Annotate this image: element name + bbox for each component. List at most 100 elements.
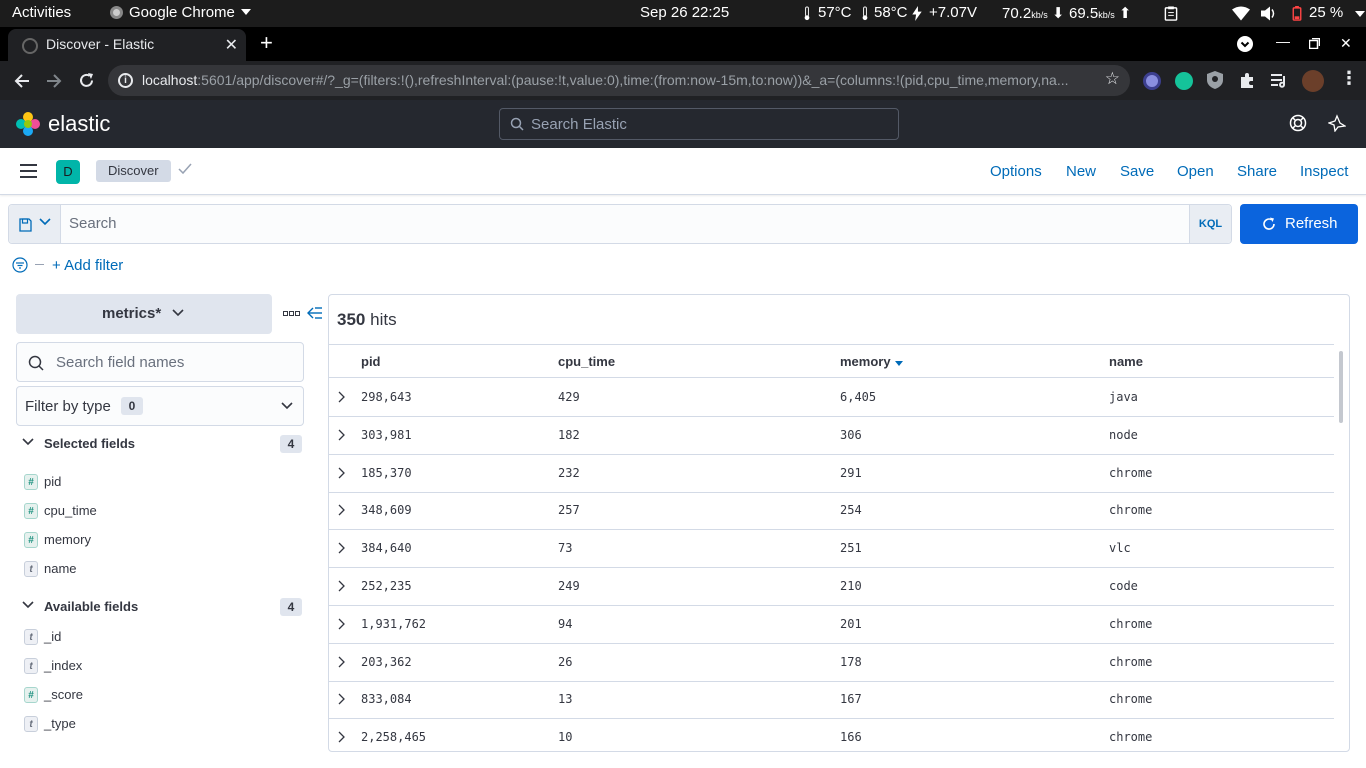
filter-by-type-label: Filter by type — [25, 398, 111, 415]
available-fields-header[interactable]: Available fields 4 — [20, 596, 304, 618]
chevron-right-icon[interactable] — [338, 731, 346, 743]
column-header-cpu-time[interactable]: cpu_time — [558, 354, 615, 369]
chrome-icon — [110, 6, 123, 19]
clipboard-icon[interactable] — [1164, 6, 1178, 21]
selected-fields-title: Selected fields — [44, 436, 136, 451]
global-search-input[interactable]: Search Elastic — [499, 108, 899, 140]
kql-language-button[interactable]: KQL — [1189, 205, 1231, 243]
battery-icon[interactable] — [1292, 6, 1302, 21]
wifi-icon[interactable] — [1232, 6, 1250, 21]
tab-close-icon[interactable]: ✕ — [225, 35, 238, 55]
net-down-value: 70.2 — [1002, 5, 1032, 22]
query-bar: Search KQL — [8, 204, 1232, 244]
system-menu-caret-icon[interactable] — [1355, 11, 1365, 17]
url-host: localhost — [142, 72, 198, 88]
refresh-label: Refresh — [1285, 215, 1338, 232]
chevron-right-icon[interactable] — [338, 429, 346, 441]
new-tab-button[interactable]: + — [260, 32, 273, 54]
net-up-value: 69.5 — [1069, 5, 1099, 22]
chevron-right-icon[interactable] — [338, 542, 346, 554]
chevron-right-icon[interactable] — [338, 693, 346, 705]
reload-icon[interactable] — [78, 72, 95, 89]
available-fields-title: Available fields — [44, 599, 139, 614]
cell-pid: 298,643 — [361, 390, 412, 404]
url-text[interactable]: localhost:5601/app/discover#/?_g=(filter… — [142, 72, 1096, 88]
system-top-bar: Activities Google Chrome Sep 26 22:25 57… — [0, 0, 1366, 27]
chevron-right-icon[interactable] — [338, 504, 346, 516]
help-lifebuoy-icon[interactable] — [1289, 114, 1307, 132]
back-arrow-icon[interactable] — [14, 73, 30, 89]
chevron-right-icon[interactable] — [338, 656, 346, 668]
string-type-icon: t — [24, 561, 38, 577]
index-pattern-selector[interactable]: metrics* — [16, 294, 272, 334]
url-path: :5601/app/discover#/?_g=(filters:!(),ref… — [197, 72, 1069, 88]
window-close-icon[interactable]: ✕ — [1340, 35, 1352, 52]
saved-query-button[interactable] — [9, 205, 61, 243]
table-row: 185,370 232 291 chrome — [329, 455, 1334, 493]
chevron-right-icon[interactable] — [338, 391, 346, 403]
extensions-puzzle-icon[interactable] — [1239, 72, 1256, 89]
volume-icon[interactable] — [1261, 6, 1277, 21]
share-link[interactable]: Share — [1237, 163, 1277, 180]
minimize-icon[interactable]: — — [1276, 33, 1290, 49]
maximize-icon[interactable] — [1309, 38, 1320, 49]
chevron-right-icon[interactable] — [338, 580, 346, 592]
inspect-link[interactable]: Inspect — [1300, 163, 1348, 180]
more-options-icon[interactable] — [283, 311, 301, 317]
cpu-temp-1: 57°C — [818, 4, 852, 21]
grammarly-icon[interactable] — [1175, 72, 1193, 90]
menu-hamburger-icon[interactable] — [20, 164, 37, 178]
column-header-memory[interactable]: memory — [840, 354, 903, 369]
filter-options-icon[interactable] — [12, 257, 28, 273]
elastic-logo-icon[interactable] — [16, 112, 40, 136]
add-filter-button[interactable]: + Add filter — [52, 257, 123, 274]
media-queue-icon[interactable] — [1271, 73, 1288, 88]
collapse-sidebar-icon[interactable] — [307, 306, 323, 320]
battery-percent: 25 % — [1309, 4, 1344, 21]
filter-by-type-dropdown[interactable]: Filter by type 0 — [16, 386, 304, 426]
field-search-input[interactable]: Search field names — [16, 342, 304, 382]
activities-button[interactable]: Activities — [12, 4, 71, 21]
elastic-logo-text[interactable]: elastic — [48, 111, 110, 137]
chevron-down-icon — [281, 402, 293, 410]
site-info-icon[interactable]: i — [118, 73, 133, 88]
chevron-right-icon[interactable] — [338, 618, 346, 630]
address-bar[interactable]: i localhost:5601/app/discover#/?_g=(filt… — [108, 65, 1130, 96]
options-link[interactable]: Options — [990, 163, 1042, 180]
save-link[interactable]: Save — [1120, 163, 1154, 180]
query-search-input[interactable]: Search — [69, 215, 117, 232]
space-avatar[interactable]: D — [56, 160, 80, 184]
tab-search-icon[interactable] — [1237, 36, 1253, 52]
tab-title: Discover - Elastic — [46, 36, 155, 52]
table-row: 384,640 73 251 vlc — [329, 530, 1334, 568]
column-header-pid[interactable]: pid — [361, 354, 381, 369]
tab-favicon-icon — [22, 38, 38, 54]
forward-arrow-icon[interactable] — [46, 73, 62, 89]
extension-block-icon[interactable] — [1143, 72, 1161, 90]
bookmark-star-icon[interactable]: ☆ — [1105, 69, 1120, 89]
newsfeed-icon[interactable] — [1328, 114, 1346, 132]
cell-memory: 210 — [840, 579, 862, 593]
table-row: 203,362 26 178 chrome — [329, 644, 1334, 682]
clock[interactable]: Sep 26 22:25 — [640, 4, 729, 21]
cell-name: chrome — [1109, 692, 1153, 706]
chrome-menu-icon[interactable]: ⋮ — [1340, 68, 1358, 89]
open-link[interactable]: Open — [1177, 163, 1214, 180]
table-row: 303,981 182 306 node — [329, 417, 1334, 455]
tab-discover[interactable]: Discover - Elastic ✕ — [8, 29, 246, 61]
field-name: name — [44, 561, 77, 576]
sort-desc-icon[interactable] — [894, 361, 903, 366]
shield-extension-icon[interactable] — [1207, 71, 1223, 89]
new-link[interactable]: New — [1066, 163, 1096, 180]
refresh-button[interactable]: Refresh — [1240, 204, 1358, 244]
net-down-readout: 70.2kb/s ⬇ — [1002, 4, 1064, 22]
chevron-right-icon[interactable] — [338, 467, 346, 479]
cell-pid: 1,931,762 — [361, 617, 427, 631]
app-bar: D Discover Options New Save Open Share I… — [0, 148, 1366, 195]
breadcrumb[interactable]: Discover — [96, 160, 171, 182]
selected-fields-header[interactable]: Selected fields 4 — [20, 433, 304, 455]
app-menu[interactable]: Google Chrome — [110, 4, 251, 21]
profile-avatar[interactable] — [1302, 70, 1324, 92]
results-scrollbar[interactable] — [1339, 351, 1343, 423]
column-header-name[interactable]: name — [1109, 354, 1143, 369]
